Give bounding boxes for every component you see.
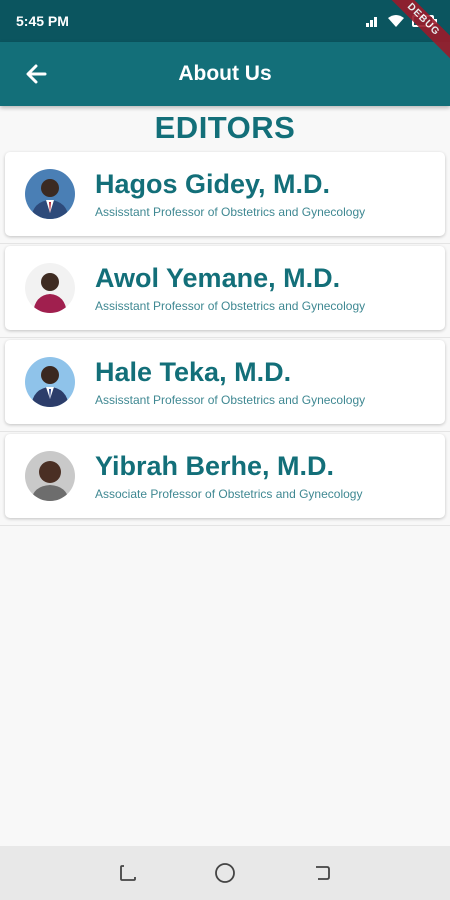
editor-name: Yibrah Berhe, M.D. — [95, 451, 335, 481]
editor-text: Yibrah Berhe, M.D. Associate Professor o… — [95, 450, 362, 502]
editor-card[interactable]: Hale Teka, M.D. Assisstant Professor of … — [5, 340, 445, 424]
editor-name: Hale Teka, M.D. — [95, 357, 292, 387]
list-item: Hagos Gidey, M.D. Assisstant Professor o… — [0, 150, 450, 244]
avatar — [25, 169, 75, 219]
editor-name: Hagos Gidey, M.D. — [95, 169, 331, 199]
signal-icon — [366, 15, 380, 27]
editor-text: Hale Teka, M.D. Assisstant Professor of … — [95, 356, 365, 408]
editor-text: Hagos Gidey, M.D. Assisstant Professor o… — [95, 168, 365, 220]
editor-list: Hagos Gidey, M.D. Assisstant Professor o… — [0, 150, 450, 526]
avatar — [25, 357, 75, 407]
recents-icon — [120, 865, 137, 881]
editor-title: Assisstant Professor of Obstetrics and G… — [95, 205, 366, 219]
home-button[interactable] — [213, 861, 237, 885]
editor-card[interactable]: Yibrah Berhe, M.D. Associate Professor o… — [5, 434, 445, 518]
editor-text: Awol Yemane, M.D. Assisstant Professor o… — [95, 262, 365, 314]
page-title: About Us — [178, 62, 272, 85]
editor-title: Associate Professor of Obstetrics and Gy… — [95, 487, 363, 501]
system-nav-bar — [0, 846, 450, 900]
editor-card[interactable]: Awol Yemane, M.D. Assisstant Professor o… — [5, 246, 445, 330]
editor-card[interactable]: Hagos Gidey, M.D. Assisstant Professor o… — [5, 152, 445, 236]
avatar — [25, 263, 75, 313]
list-item: Awol Yemane, M.D. Assisstant Professor o… — [0, 244, 450, 338]
list-item: Hale Teka, M.D. Assisstant Professor of … — [0, 338, 450, 432]
wifi-icon — [388, 15, 404, 27]
app-bar: About Us — [0, 42, 450, 106]
editor-name: Awol Yemane, M.D. — [95, 263, 341, 293]
recents-button[interactable] — [116, 861, 140, 885]
editor-title: Assisstant Professor of Obstetrics and G… — [95, 299, 366, 313]
list-item: Yibrah Berhe, M.D. Associate Professor o… — [0, 432, 450, 526]
avatar — [25, 451, 75, 501]
back-button[interactable] — [20, 60, 52, 88]
home-icon — [215, 863, 235, 883]
status-time: 5:45 PM — [16, 13, 69, 29]
system-back-button[interactable] — [310, 861, 334, 885]
back-icon — [315, 866, 330, 880]
editor-title: Assisstant Professor of Obstetrics and G… — [95, 393, 366, 407]
status-bar: 5:45 PM — [0, 0, 450, 42]
section-title: EDITORS — [154, 110, 296, 145]
back-arrow-icon — [26, 64, 47, 84]
